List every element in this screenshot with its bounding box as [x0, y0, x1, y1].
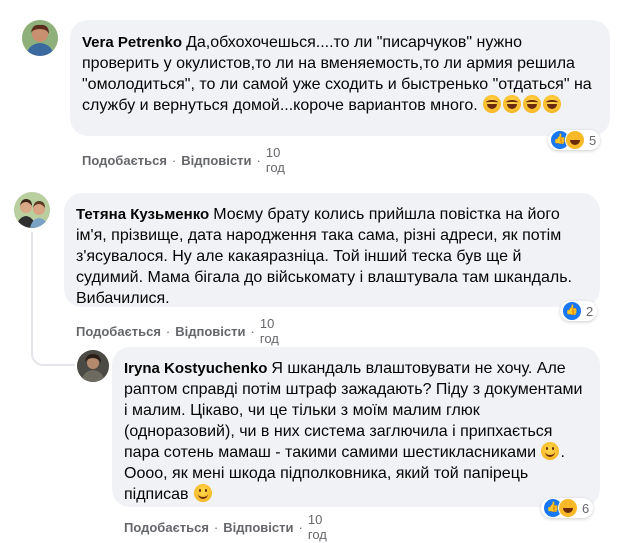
separator-dot: · [171, 152, 177, 168]
haha-reaction-icon [558, 498, 578, 518]
separator-dot: · [298, 519, 303, 535]
comment-actions: Подобається · Відповісти · 10 год [76, 316, 279, 346]
comment-bubble: Vera Petrenko Да,обхохочешься....то ли "п… [70, 20, 610, 136]
thread-connector [31, 330, 75, 366]
comment-bubble: Тетяна Кузьменко Моєму брату колись прийш… [64, 193, 600, 307]
laughing-emoji-icon [483, 95, 502, 113]
avatar[interactable] [22, 20, 58, 56]
laughing-emoji-icon [523, 95, 542, 113]
avatar[interactable] [14, 192, 50, 228]
comment-actions: Подобається · Відповісти · 10 год [82, 145, 285, 175]
like-link[interactable]: Подобається [124, 520, 209, 535]
smile-emoji-icon [541, 442, 560, 460]
laughing-emoji-icon [503, 95, 522, 113]
reaction-count: 6 [582, 500, 590, 516]
smile-emoji-icon [194, 484, 213, 502]
reply-link[interactable]: Відповісти [223, 520, 293, 535]
reply-link[interactable]: Відповісти [175, 324, 245, 339]
comment-author[interactable]: Тетяна Кузьменко [76, 206, 209, 223]
haha-reaction-icon [565, 130, 585, 150]
like-link[interactable]: Подобається [82, 153, 167, 168]
avatar[interactable] [77, 350, 109, 382]
reaction-count: 2 [586, 303, 594, 319]
timestamp[interactable]: 10 год [260, 316, 279, 346]
like-link[interactable]: Подобається [76, 324, 161, 339]
reactions-summary[interactable]: 2 [560, 301, 598, 321]
reply-link[interactable]: Відповісти [181, 153, 251, 168]
comment-author[interactable]: Iryna Kostyuchenko [124, 360, 267, 377]
comment-author[interactable]: Vera Petrenko [82, 34, 182, 51]
reactions-summary[interactable]: 5 [548, 130, 601, 150]
comment-actions: Подобається · Відповісти · 10 год [124, 512, 327, 542]
separator-dot: · [165, 323, 171, 339]
timestamp[interactable]: 10 год [266, 145, 285, 175]
comment-bubble: Iryna Kostyuchenko Я шкандаль влаштовуват… [112, 347, 600, 507]
separator-dot: · [256, 152, 261, 168]
separator-dot: · [213, 519, 219, 535]
laughing-emoji-icon [543, 95, 562, 113]
separator-dot: · [250, 323, 255, 339]
thread-line [31, 232, 33, 332]
reaction-count: 5 [589, 132, 597, 148]
reactions-summary[interactable]: 6 [541, 498, 594, 518]
timestamp[interactable]: 10 год [308, 512, 327, 542]
like-reaction-icon [562, 301, 582, 321]
